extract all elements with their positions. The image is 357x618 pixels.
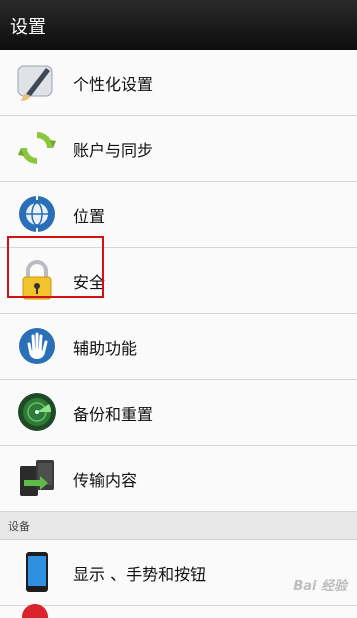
radar-backup-icon [18,393,56,431]
settings-item-label: 备份和重置 [73,405,154,424]
page-title: 设置 [10,17,46,38]
app-header-bar: 设置 [0,0,357,50]
settings-item-label: 辅助功能 [73,339,138,358]
phone-icon [26,552,48,592]
security-highlight-box [7,236,104,298]
settings-item-personalization[interactable]: 个性化设置 [0,50,357,116]
paintbrush-icon [17,65,53,101]
settings-list: 个性化设置 账户与同步 位置 安全 辅助功能 备份和重置 传输内容 设备 显示 … [0,50,357,606]
settings-item-accounts-sync[interactable]: 账户与同步 [0,116,357,182]
watermark-text: Bai 经验 [293,579,347,594]
transfer-phone-icon [20,460,54,496]
settings-item-label: 传输内容 [73,471,138,490]
settings-item-label: 位置 [73,207,106,226]
settings-item-transfer[interactable]: 传输内容 [0,446,357,512]
globe-location-icon [19,194,55,234]
settings-item-label: 显示 、手势和按钮 [73,565,207,584]
section-label: 设备 [8,520,30,533]
settings-item-label: 个性化设置 [73,75,154,94]
settings-item-display-gestures-buttons[interactable]: 显示 、手势和按钮 [0,540,357,606]
next-item-icon-partial [22,604,48,618]
sync-icon [18,132,56,164]
settings-item-label: 账户与同步 [73,141,154,160]
section-header-device: 设备 [0,512,357,540]
settings-item-accessibility[interactable]: 辅助功能 [0,314,357,380]
settings-item-backup-reset[interactable]: 备份和重置 [0,380,357,446]
hand-icon [19,328,55,364]
